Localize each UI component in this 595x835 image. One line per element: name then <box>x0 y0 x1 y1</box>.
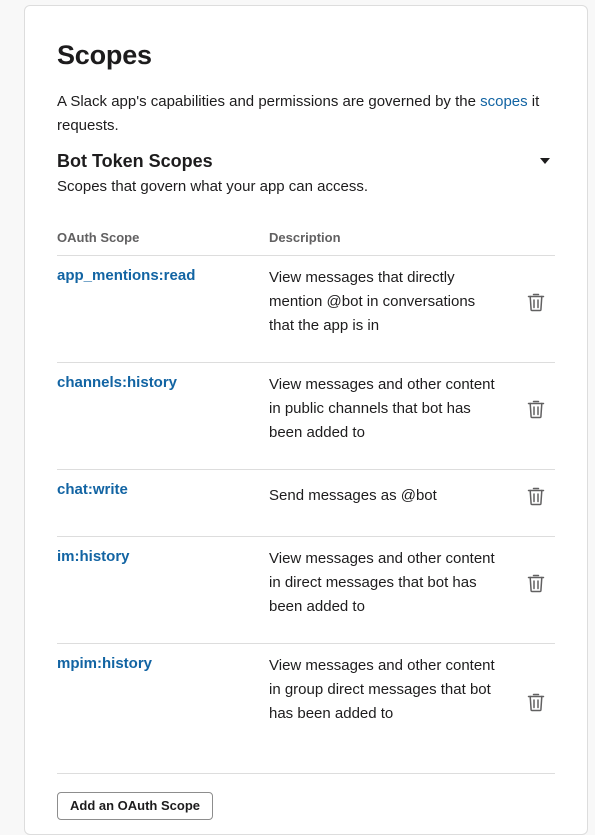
trash-icon[interactable] <box>527 399 547 419</box>
trash-icon[interactable] <box>527 292 547 312</box>
trash-icon[interactable] <box>527 692 547 712</box>
table-row: chat:write Send messages as @bot <box>57 469 555 536</box>
column-header-oauth-scope: OAuth Scope <box>57 230 140 245</box>
scopes-link[interactable]: scopes <box>480 93 528 110</box>
table-row: channels:history View messages and other… <box>57 362 555 469</box>
table-row: app_mentions:read View messages that dir… <box>57 255 555 362</box>
scope-name[interactable]: im:history <box>57 548 130 565</box>
bot-token-scopes-title: Bot Token Scopes <box>57 151 213 171</box>
table-row: im:history View messages and other conte… <box>57 536 555 643</box>
scopes-table: app_mentions:read View messages that dir… <box>57 255 555 774</box>
scope-name[interactable]: chat:write <box>57 481 128 498</box>
scope-description: View messages and other content in group… <box>269 657 495 722</box>
scope-description: View messages and other content in publi… <box>269 376 495 441</box>
scopes-card: Scopes A Slack app's capabilities and pe… <box>24 5 588 835</box>
scope-name[interactable]: channels:history <box>57 374 177 391</box>
intro-text-before: A Slack app's capabilities and permissio… <box>57 93 481 110</box>
scope-description: View messages and other content in direc… <box>269 550 495 615</box>
scopes-intro: A Slack app's capabilities and permissio… <box>57 90 557 138</box>
add-oauth-scope-button[interactable]: Add an OAuth Scope <box>57 792 213 820</box>
trash-icon[interactable] <box>527 486 547 506</box>
caret-down-icon[interactable] <box>540 158 550 164</box>
trash-icon[interactable] <box>527 573 547 593</box>
scope-name[interactable]: app_mentions:read <box>57 267 195 284</box>
scope-description: View messages that directly mention @bot… <box>269 269 476 334</box>
column-header-description: Description <box>269 230 341 245</box>
bot-token-scopes-description: Scopes that govern what your app can acc… <box>57 178 369 195</box>
scope-name[interactable]: mpim:history <box>57 655 152 672</box>
page-title: Scopes <box>57 40 152 70</box>
scope-description: Send messages as @bot <box>269 487 437 504</box>
table-row: mpim:history View messages and other con… <box>57 643 555 774</box>
